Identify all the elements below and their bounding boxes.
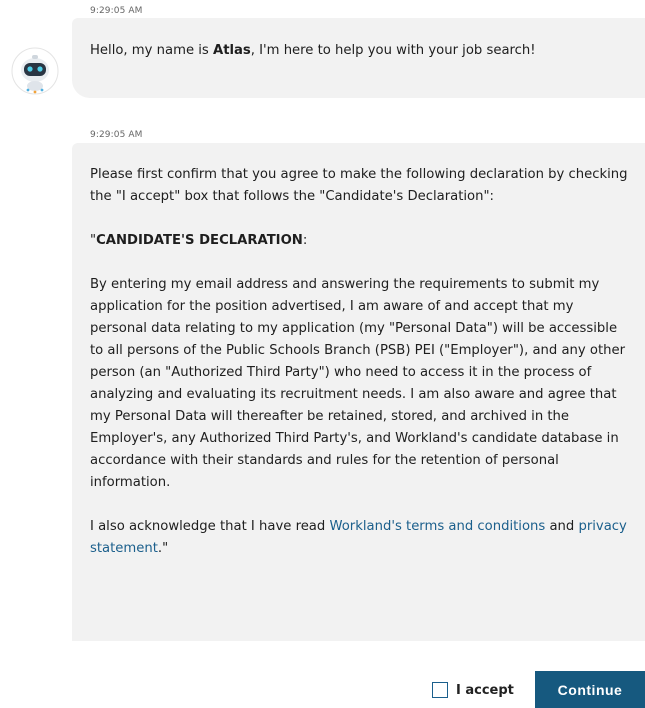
ack-text-mid: and bbox=[545, 519, 579, 534]
heading-colon: : bbox=[302, 233, 308, 248]
ack-text-start: I also acknowledge that I have read bbox=[90, 519, 330, 534]
bot-name: Atlas bbox=[212, 43, 251, 58]
acknowledgement-text: I also acknowledge that I have read Work… bbox=[90, 516, 633, 560]
robot-avatar-icon bbox=[10, 46, 60, 96]
greeting-message: Hello, my name is Atlas, I'm here to hel… bbox=[90, 40, 633, 62]
accept-label: I accept bbox=[456, 682, 514, 698]
ack-text-end: ." bbox=[157, 541, 169, 556]
declaration-message: Please first confirm that you agree to m… bbox=[90, 164, 633, 560]
greeting-text: Hello, my name is bbox=[90, 43, 213, 58]
message-timestamp: 9:29:05 AM bbox=[90, 6, 143, 16]
heading-text: CANDIDATE'S DECLARATION bbox=[96, 233, 303, 248]
intro-text: Please first confirm that you agree to m… bbox=[90, 167, 628, 204]
accept-checkbox-control[interactable]: I accept bbox=[432, 682, 514, 698]
terms-link[interactable]: Workland's terms and conditions bbox=[329, 519, 545, 534]
greeting-text-end: , I'm here to help you with your job sea… bbox=[250, 43, 536, 58]
accept-checkbox[interactable] bbox=[432, 682, 448, 698]
continue-button[interactable]: Continue bbox=[535, 671, 645, 708]
message-timestamp: 9:29:05 AM bbox=[90, 130, 143, 140]
declaration-heading: "CANDIDATE'S DECLARATION: bbox=[90, 230, 633, 252]
declaration-text: By entering my email address and answeri… bbox=[90, 277, 626, 490]
